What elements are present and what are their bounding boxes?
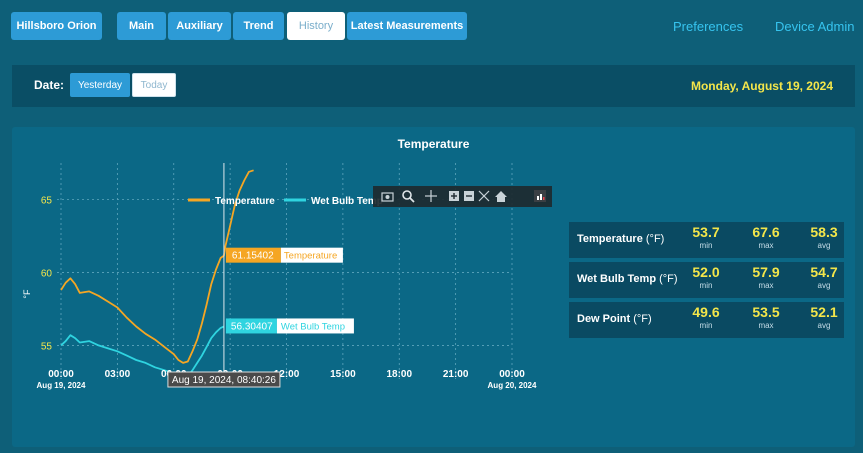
x-tick-label: 00:00	[48, 369, 74, 380]
y-axis-ticks: 55 60 65	[41, 195, 53, 352]
stat-min: 53.7 min	[692, 224, 720, 250]
toolbar-background	[373, 186, 552, 207]
stat-min: 52.0 min	[692, 264, 720, 290]
tab-latest-measurements[interactable]: Latest Measurements	[347, 12, 467, 40]
tab-history[interactable]: History	[287, 12, 345, 40]
hover-temperature-value: 61.15402	[232, 251, 274, 262]
hover-time-label: Aug 19, 2024, 08:40:26	[172, 375, 276, 386]
x-tick-sublabel: Aug 19, 2024	[37, 381, 86, 390]
device-admin-link[interactable]: Device Admin	[775, 19, 854, 34]
x-tick-label: 18:00	[386, 369, 412, 380]
x-axis-ticks: 00:00Aug 19, 202403:0006:0009:0012:0015:…	[37, 369, 537, 390]
zoom-out-icon[interactable]	[464, 191, 474, 201]
stat-min: 49.6 min	[692, 304, 720, 330]
brand-button[interactable]: Hillsboro Orion	[11, 12, 102, 40]
stat-max: 67.6 max	[752, 224, 780, 250]
stat-label: Wet Bulb Temp (°F)	[577, 273, 678, 285]
stat-row-temperature: Temperature (°F) 53.7 min 67.6 max 58.3 avg	[569, 222, 844, 258]
zoom-in-icon[interactable]	[449, 191, 459, 201]
top-navigation: Hillsboro Orion Main Auxiliary Trend His…	[0, 0, 863, 52]
stat-avg: 58.3 avg	[810, 224, 838, 250]
x-tick-sublabel: Aug 20, 2024	[488, 381, 537, 390]
chart-toolbar	[373, 186, 552, 207]
today-button[interactable]: Today	[132, 73, 176, 97]
y-axis-label: °F	[22, 289, 32, 299]
stat-label: Dew Point (°F)	[577, 313, 652, 325]
chart-panel: Temperature 55 60 65 00:00 Aug 19, 2024 03:0…	[12, 127, 855, 447]
legend-wetbulb-label[interactable]: Wet Bulb Temp	[311, 196, 383, 207]
date-bar: Date: Yesterday Today Monday, August 19,…	[12, 65, 855, 107]
stat-max: 57.9 max	[752, 264, 780, 290]
stat-avg: 54.7 avg	[810, 264, 838, 290]
stat-avg: 52.1 avg	[810, 304, 838, 330]
selected-date-display: Monday, August 19, 2024	[690, 79, 833, 93]
x-tick-label: 03:00	[105, 369, 131, 380]
y-tick-label: 55	[41, 341, 53, 352]
preferences-link[interactable]: Preferences	[673, 19, 743, 34]
hover-wetbulb-name: Wet Bulb Temp	[281, 321, 345, 332]
yesterday-button[interactable]: Yesterday	[70, 73, 130, 97]
y-tick-label: 60	[41, 268, 53, 279]
date-label: Date:	[34, 78, 65, 92]
x-tick-label: 00:00	[499, 369, 525, 380]
logo-icon[interactable]	[534, 190, 546, 202]
stat-label: Temperature (°F)	[577, 233, 665, 245]
stat-row-dew-point: Dew Point (°F) 49.6 min 53.5 max 52.1 avg	[569, 302, 844, 338]
x-tick-label: 21:00	[443, 369, 469, 380]
stat-max: 53.5 max	[752, 304, 780, 330]
tab-trend[interactable]: Trend	[233, 12, 284, 40]
hover-temperature-name: Temperature	[284, 251, 337, 262]
y-tick-label: 65	[41, 195, 53, 206]
tab-main[interactable]: Main	[117, 12, 166, 40]
tab-auxiliary[interactable]: Auxiliary	[168, 12, 231, 40]
hover-wetbulb-value: 56.30407	[231, 321, 273, 332]
chart-legend: Temperature Wet Bulb Temp	[188, 196, 383, 207]
stat-row-wet-bulb-temp: Wet Bulb Temp (°F) 52.0 min 57.9 max 54.7 a…	[569, 262, 844, 298]
x-tick-label: 15:00	[330, 369, 356, 380]
